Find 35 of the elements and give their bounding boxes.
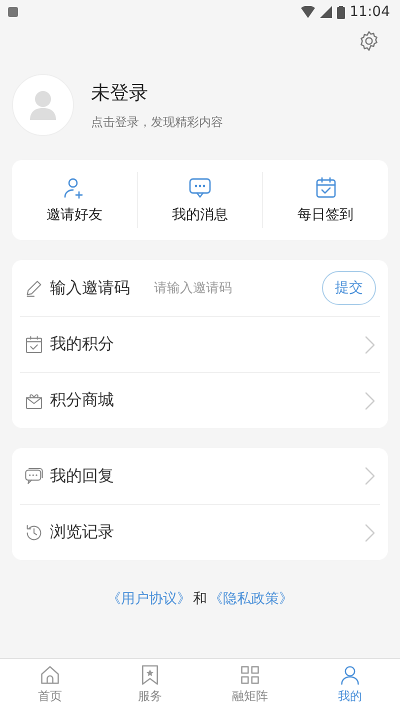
home-icon	[39, 664, 61, 686]
settings-icon[interactable]	[358, 30, 380, 52]
tab[interactable]: 融矩阵	[200, 659, 300, 710]
tab[interactable]: 首页	[0, 659, 100, 710]
login-status[interactable]: 未登录	[91, 80, 223, 106]
user-silhouette-icon	[29, 90, 57, 120]
menu-item[interactable]: 我的积分	[20, 316, 380, 372]
chevron-right-icon	[364, 334, 376, 354]
tab[interactable]: 服务	[100, 659, 200, 710]
calendar-check-icon	[314, 176, 338, 200]
chat-bubble-icon	[188, 176, 212, 200]
chat-bubbles-icon	[24, 466, 44, 486]
chevron-right-icon	[364, 466, 376, 486]
signal-icon	[320, 6, 332, 18]
calendar-check-icon	[24, 334, 44, 354]
invite-code-label: 输入邀请码	[50, 278, 130, 298]
menu-item[interactable]: 我的回复	[20, 448, 380, 504]
menu-item[interactable]: 浏览记录	[20, 504, 380, 560]
chevron-right-icon	[364, 390, 376, 410]
grid-icon	[239, 664, 261, 686]
notification-icon	[8, 7, 18, 17]
quick-action[interactable]: 我的消息	[136, 172, 262, 228]
history-icon	[24, 522, 44, 542]
menu-item[interactable]: 积分商城	[20, 372, 380, 428]
chevron-right-icon	[364, 522, 376, 542]
conjunction-text: 和	[193, 590, 207, 608]
battery-icon	[336, 6, 345, 18]
wifi-icon	[300, 6, 315, 18]
quick-action[interactable]: 每日签到	[262, 172, 388, 228]
user-icon	[339, 664, 361, 686]
quick-action[interactable]: 邀请好友	[12, 172, 137, 228]
status-time: 11:04	[350, 4, 390, 20]
login-hint: 点击登录，发现精彩内容	[91, 114, 223, 130]
bookmark-star-icon	[139, 664, 161, 686]
pencil-icon	[24, 278, 44, 298]
